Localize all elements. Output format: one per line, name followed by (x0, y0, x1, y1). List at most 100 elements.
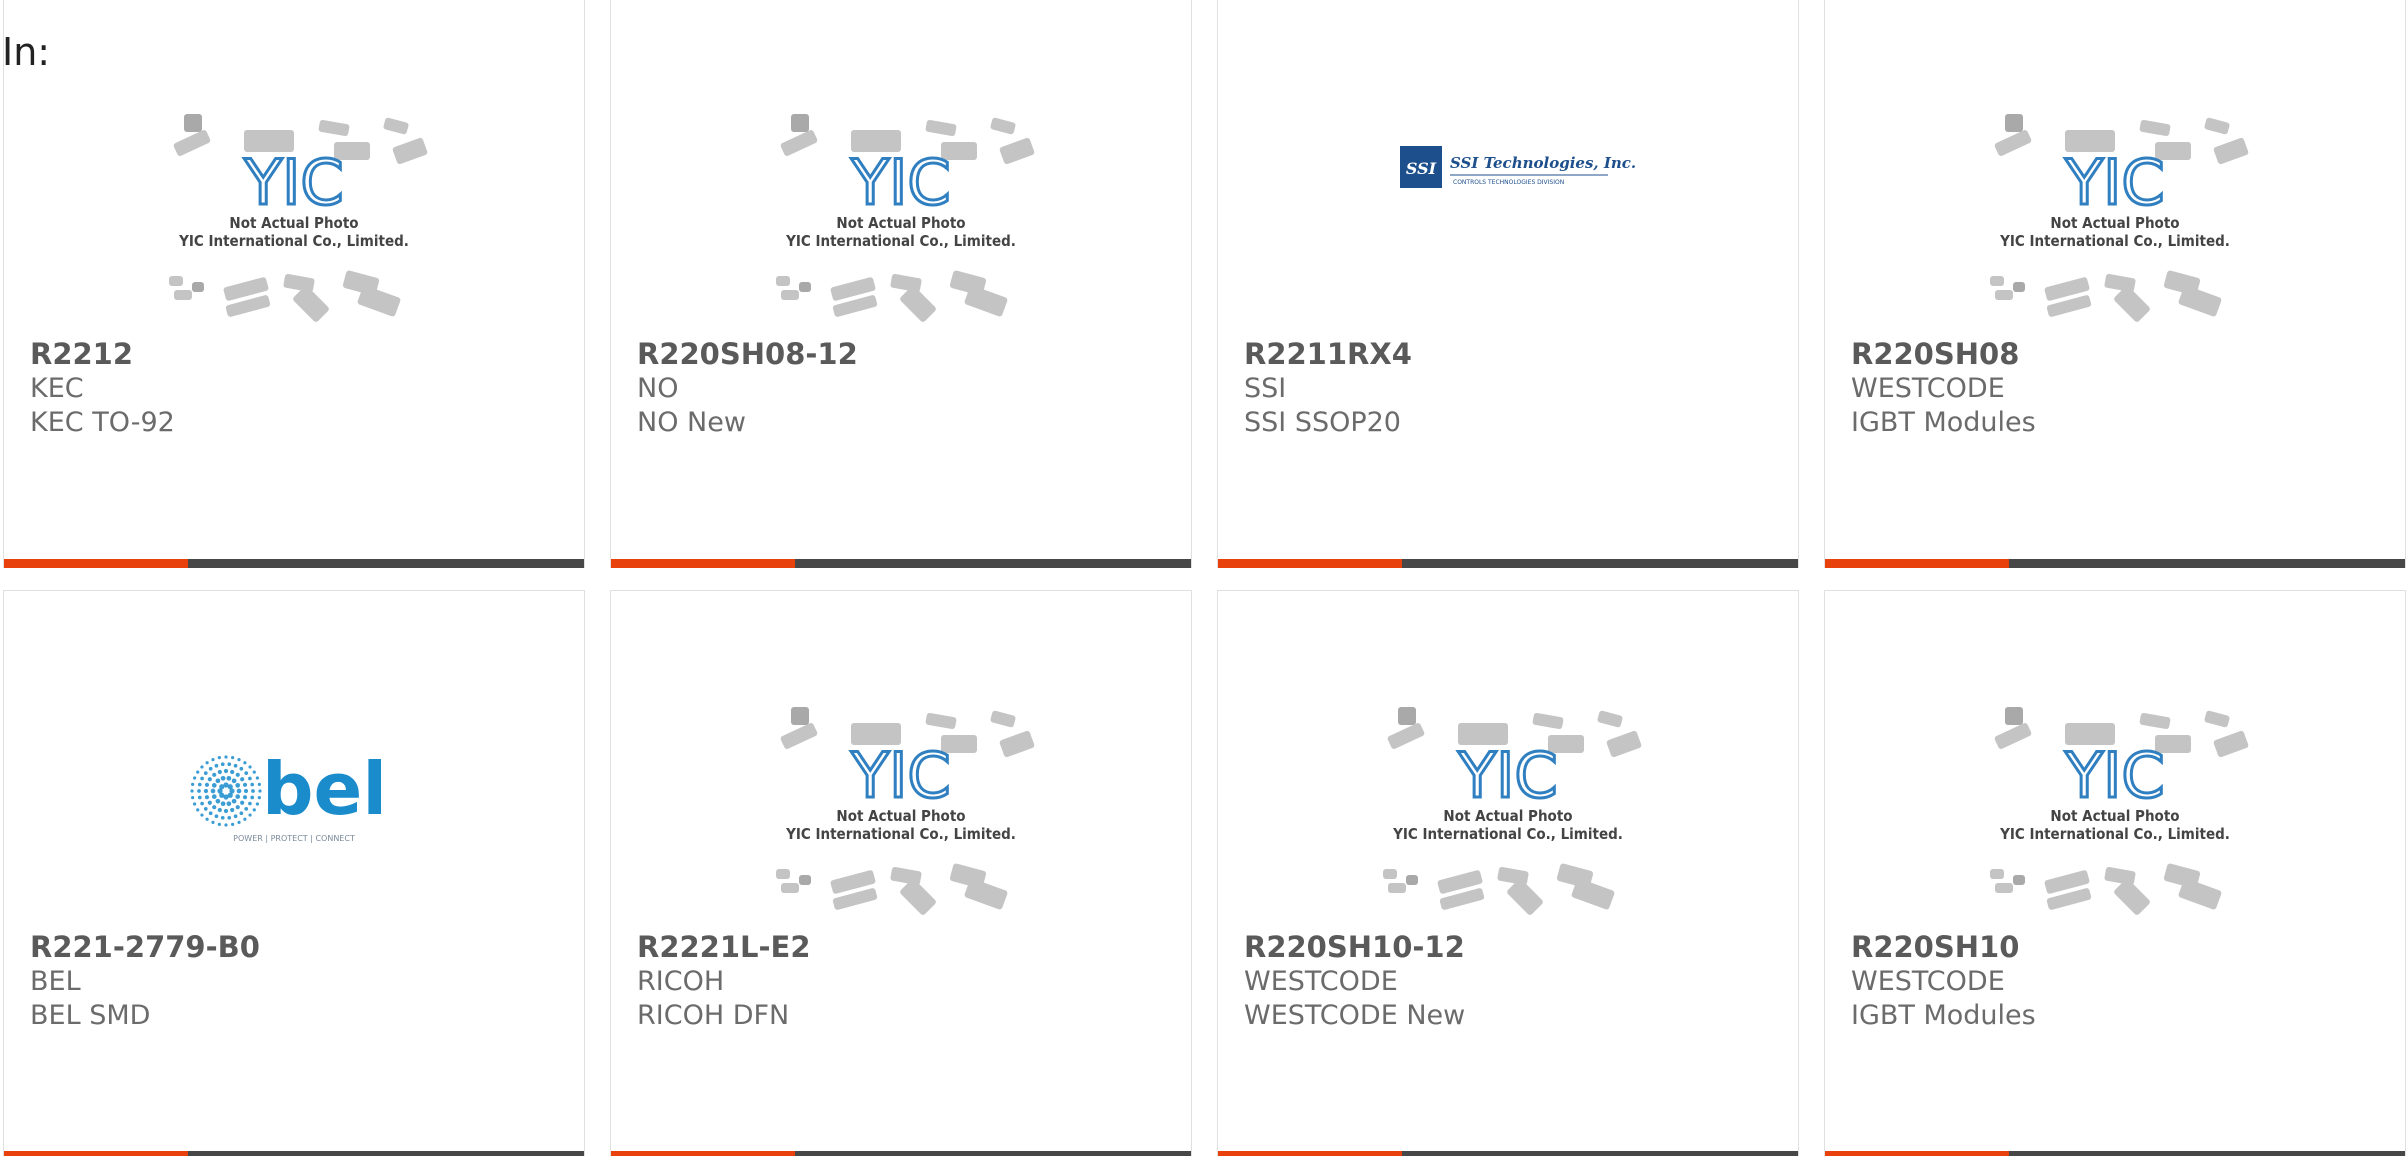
bel-logo-tagline: POWER | PROTECT | CONNECT (233, 834, 355, 843)
chip-icon (1387, 723, 1425, 749)
bel-dot (212, 772, 217, 777)
bel-dot (211, 783, 217, 788)
chip-icon (357, 285, 401, 317)
part-number-link[interactable]: R2211RX4 (1244, 336, 1774, 372)
bel-dot (224, 823, 228, 827)
card-footer-bar (611, 559, 1191, 568)
chip-icon (173, 130, 211, 156)
placeholder-company: YIC International Co., Limited. (1392, 825, 1623, 843)
bel-dot (208, 811, 213, 816)
product-description: SSI SSOP20 (1244, 407, 1401, 438)
product-image-placeholder[interactable]: YIC Not Actual Photo YIC International Co.… (144, 86, 444, 326)
chip-icon (791, 114, 809, 132)
part-number-link[interactable]: R220SH08-12 (637, 336, 1167, 372)
bel-dot (252, 770, 256, 774)
product-card[interactable]: SSI SSI Technologies, Inc. CONTROLS TECHNO… (1217, 0, 1799, 568)
chip-icon (2178, 878, 2222, 910)
bel-dot (250, 782, 255, 787)
chip-icon (1507, 879, 1543, 915)
bel-dot (220, 775, 226, 781)
chip-icon (2013, 282, 2025, 292)
product-info: R221-2779-B0 BEL BEL SMD (30, 929, 560, 1033)
chip-icon (1571, 878, 1615, 910)
placeholder-graphic: YICNot Actual PhotoYIC International Co.… (1990, 114, 2249, 322)
bel-dot (192, 802, 197, 806)
card-accent-stripe (1825, 559, 2009, 568)
product-card[interactable]: YIC Not Actual Photo YIC International Co.… (1824, 0, 2406, 568)
card-footer-bar (1825, 559, 2405, 568)
part-number-link[interactable]: R220SH08 (1851, 336, 2381, 372)
chip-icon (780, 723, 818, 749)
yic-logo-icon: YIC (2064, 739, 2164, 812)
bel-dot (226, 775, 232, 781)
bel-dot (217, 807, 222, 813)
product-image-placeholder[interactable]: YIC Not Actual Photo YIC International Co.… (1965, 679, 2265, 919)
manufacturer-name: RICOH (637, 966, 725, 997)
bel-dot (203, 788, 209, 794)
chip-icon (964, 878, 1008, 910)
bel-dot (227, 815, 232, 820)
bel-dot (243, 817, 247, 821)
product-image-placeholder[interactable]: YIC Not Actual Photo YIC International Co.… (751, 679, 1051, 919)
bel-dot (212, 805, 217, 810)
product-listing-page: In: YIC Not Actual Photo YIC International… (0, 0, 2406, 1156)
chip-icon (781, 290, 799, 300)
chip-icon (2204, 117, 2230, 135)
bel-dot (235, 783, 241, 788)
bel-dot (243, 788, 249, 794)
card-accent-stripe (611, 1151, 795, 1156)
product-card[interactable]: YIC Not Actual Photo YIC International Co.… (3, 0, 585, 568)
bel-dot (255, 802, 260, 806)
bel-dot (200, 801, 204, 806)
bel-dot (236, 788, 242, 794)
chip-icon (990, 710, 1016, 728)
product-card[interactable]: YIC Not Actual Photo YIC International Co.… (610, 590, 1192, 1156)
part-number-link[interactable]: R220SH10-12 (1244, 929, 1774, 965)
placeholder-caption: Not Actual Photo (229, 214, 358, 232)
chip-icon (781, 883, 799, 893)
product-description: KEC TO-92 (30, 407, 175, 438)
product-image-placeholder[interactable]: YIC Not Actual Photo YIC International Co.… (751, 86, 1051, 326)
part-number-link[interactable]: R2212 (30, 336, 560, 372)
manufacturer-logo-bel[interactable]: bel POWER | PROTECT | CONNECT (144, 679, 444, 919)
chip-icon (799, 875, 811, 885)
product-info: R220SH10-12 WESTCODE WESTCODE New (1244, 929, 1774, 1033)
chip-icon (2114, 286, 2150, 322)
chip-icon (1606, 730, 1642, 758)
chip-icon (900, 879, 936, 915)
bel-dot (230, 807, 235, 813)
ssi-logo-subtext: CONTROLS TECHNOLOGIES DIVISION (1453, 179, 1564, 186)
chip-icon (799, 282, 811, 292)
placeholder-graphic: YICNot Actual PhotoYIC International Co.… (169, 114, 428, 322)
bel-dot (191, 796, 195, 800)
manufacturer-logo-ssi[interactable]: SSI SSI Technologies, Inc. CONTROLS TECHNO… (1358, 86, 1658, 326)
bel-dot (244, 807, 249, 811)
chip-icon (990, 117, 1016, 135)
chip-icon (1532, 712, 1564, 730)
product-card[interactable]: YIC Not Actual Photo YIC International Co.… (1217, 590, 1799, 1156)
bel-dot (231, 778, 237, 784)
product-card[interactable]: bel POWER | PROTECT | CONNECT R221-2779-B… (3, 590, 585, 1156)
chip-icon (791, 707, 809, 725)
part-number-link[interactable]: R221-2779-B0 (30, 929, 560, 965)
placeholder-company: YIC International Co., Limited. (178, 232, 409, 250)
bel-dot (207, 777, 212, 782)
card-accent-stripe (1825, 1151, 2009, 1156)
product-card[interactable]: YIC Not Actual Photo YIC International Co.… (1824, 590, 2406, 1156)
product-image-placeholder[interactable]: YIC Not Actual Photo YIC International Co.… (1965, 86, 2265, 326)
part-number-link[interactable]: R220SH10 (1851, 929, 2381, 965)
bel-dot (200, 813, 204, 817)
chip-icon (1994, 130, 2032, 156)
manufacturer-name: KEC (30, 373, 84, 404)
bel-dot (203, 771, 208, 775)
bel-dot (217, 756, 221, 760)
chip-icon (2114, 879, 2150, 915)
manufacturer-name: WESTCODE (1244, 966, 1398, 997)
product-card[interactable]: YIC Not Actual Photo YIC International Co.… (610, 0, 1192, 568)
bel-dot (231, 822, 235, 826)
placeholder-graphic: YICNot Actual PhotoYIC International Co.… (1990, 707, 2249, 915)
part-number-link[interactable]: R2221L-E2 (637, 929, 1167, 965)
bel-dot (227, 784, 233, 790)
chip-icon (1995, 883, 2013, 893)
product-image-placeholder[interactable]: YIC Not Actual Photo YIC International Co.… (1358, 679, 1658, 919)
